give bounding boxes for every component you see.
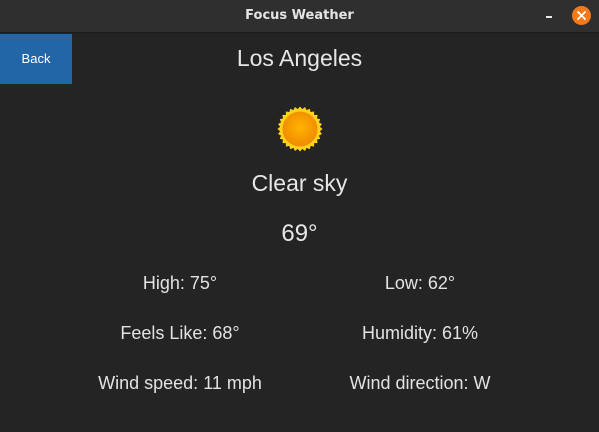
current-temperature: 69° xyxy=(281,220,318,247)
title-bar[interactable]: Focus Weather xyxy=(0,0,599,33)
wind-direction-value: W xyxy=(473,373,491,393)
feels-like-label: Feels Like: xyxy=(120,323,208,343)
feels-like-value: 68° xyxy=(212,323,240,343)
humidity-value: 61% xyxy=(442,323,479,343)
high-label: High: xyxy=(142,273,185,293)
wind-direction: Wind direction: W xyxy=(270,373,570,394)
humidity-label: Humidity: xyxy=(361,323,437,343)
humidity: Humidity: 61% xyxy=(270,323,570,344)
low-temperature: Low: 62° xyxy=(270,273,570,294)
wind-speed-value: 11 mph xyxy=(203,373,262,393)
high-value: 75° xyxy=(189,273,218,293)
close-icon xyxy=(577,11,586,20)
weather-condition: Clear sky xyxy=(251,170,348,196)
wind-speed-label: Wind speed: xyxy=(98,373,199,393)
sun-icon xyxy=(277,106,323,152)
low-value: 62° xyxy=(427,273,456,293)
city-name: Los Angeles xyxy=(236,45,363,71)
wind-direction-label: Wind direction: xyxy=(349,373,469,393)
close-button[interactable] xyxy=(572,6,591,25)
app-window: Focus Weather Back Los Angeles Clear sky… xyxy=(0,0,599,432)
window-title: Focus Weather xyxy=(245,8,354,23)
low-label: Low: xyxy=(384,273,423,293)
minimize-button[interactable] xyxy=(542,9,556,23)
minimize-icon xyxy=(546,16,552,18)
